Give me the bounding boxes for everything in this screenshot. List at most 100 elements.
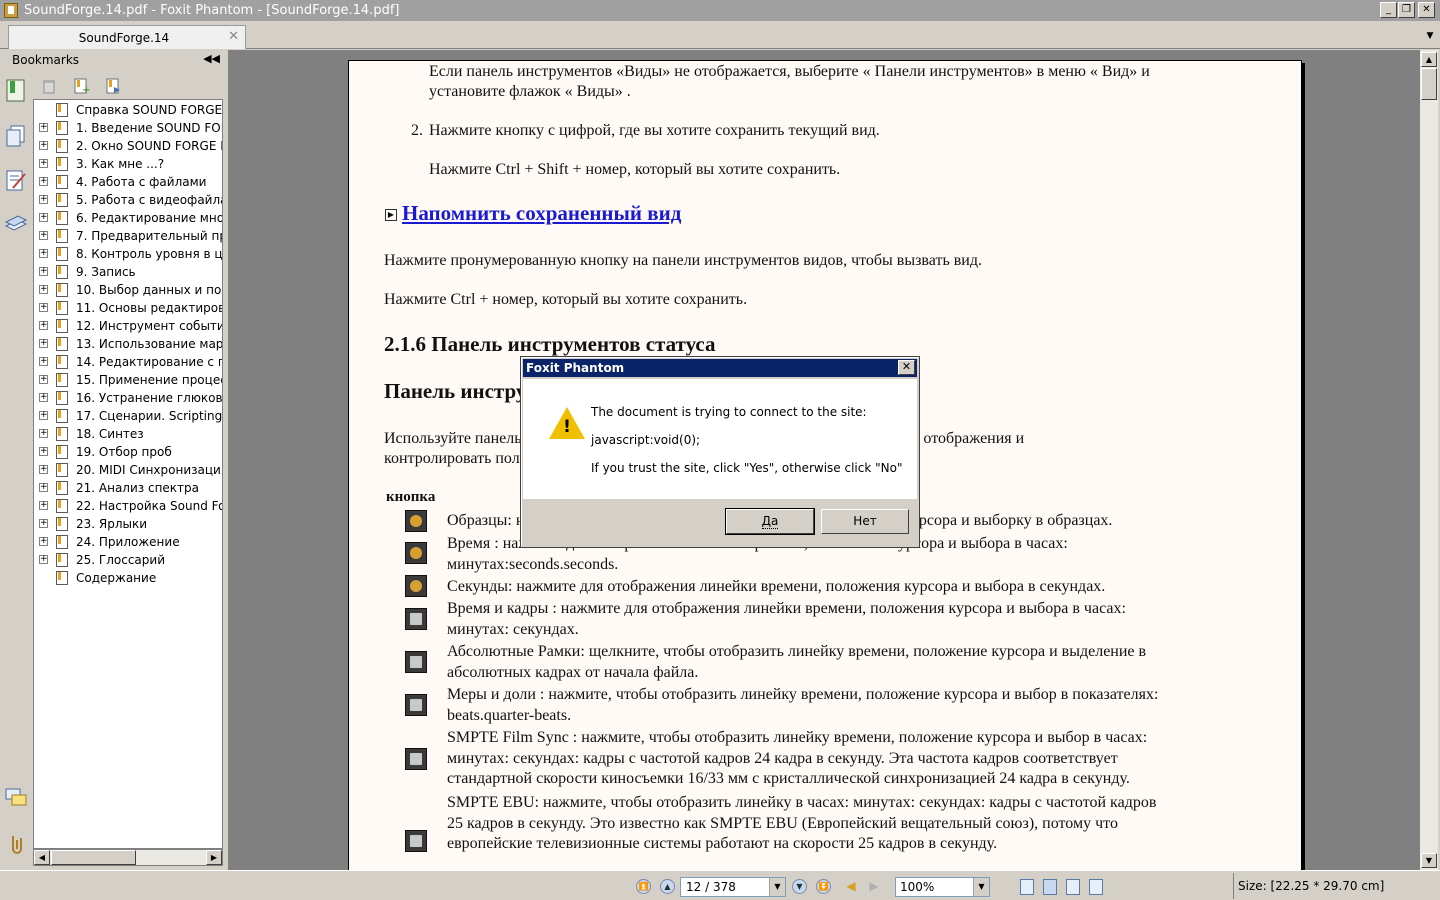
bookmarks-tree[interactable]: Справка SOUND FORGE P +1. Введение SOUND … xyxy=(33,99,223,849)
expand-icon[interactable]: + xyxy=(39,501,48,510)
bookmark-item[interactable]: +19. Отбор проб xyxy=(34,443,222,461)
expand-icon[interactable]: + xyxy=(39,375,48,384)
bookmark-item[interactable]: +16. Устранение глюков, ц xyxy=(34,389,222,407)
bookmark-item[interactable]: +24. Приложение xyxy=(34,533,222,551)
scroll-up-button[interactable]: ▲ xyxy=(1421,52,1437,67)
expand-icon[interactable]: + xyxy=(39,465,48,474)
bookmark-item[interactable]: +25. Глоссарий xyxy=(34,551,222,569)
tab-close-icon[interactable]: ✕ xyxy=(228,29,239,44)
expand-icon[interactable]: + xyxy=(39,213,48,222)
measures-beats-button-icon xyxy=(405,694,427,716)
bookmark-item[interactable]: +10. Выбор данных и пози xyxy=(34,281,222,299)
yes-button[interactable]: Да xyxy=(725,508,815,535)
expand-icon[interactable]: + xyxy=(39,159,48,168)
expand-icon[interactable]: + xyxy=(39,249,48,258)
continuous-view-icon[interactable] xyxy=(1043,879,1057,895)
tab-soundforge[interactable]: SoundForge.14 ✕ xyxy=(8,25,246,49)
expand-icon[interactable]: + xyxy=(39,411,48,420)
bookmark-item[interactable]: +17. Сценарии. Scripting xyxy=(34,407,222,425)
minimize-button[interactable]: _ xyxy=(1380,2,1397,18)
single-page-view-icon[interactable] xyxy=(1020,879,1034,895)
scroll-right-button[interactable]: ▶ xyxy=(206,850,222,865)
bookmarks-panel-icon[interactable] xyxy=(4,78,28,102)
expand-icon[interactable]: + xyxy=(39,519,48,528)
expand-icon[interactable]: + xyxy=(39,285,48,294)
page-number-field[interactable]: 12 / 378 ▼ xyxy=(680,877,786,897)
expand-icon[interactable]: + xyxy=(39,141,48,150)
horizontal-scroll-thumb[interactable] xyxy=(51,850,136,865)
bookmark-item[interactable]: +8. Контроль уровня в циф xyxy=(34,245,222,263)
expand-icon[interactable]: + xyxy=(39,303,48,312)
bookmark-item[interactable]: +13. Использование марке xyxy=(34,335,222,353)
heading-link[interactable]: Напомнить сохраненный вид xyxy=(402,201,681,226)
expand-icon[interactable]: + xyxy=(39,447,48,456)
bookmark-item[interactable]: +1. Введение SOUND FORG xyxy=(34,119,222,137)
scroll-down-button[interactable]: ▼ xyxy=(1421,853,1437,868)
comments-panel-icon[interactable] xyxy=(4,786,28,810)
bookmark-properties-icon[interactable] xyxy=(104,77,122,95)
close-window-button[interactable]: ✕ xyxy=(1418,2,1435,18)
expand-icon[interactable]: + xyxy=(39,177,48,186)
expand-icon[interactable]: + xyxy=(39,483,48,492)
expand-icon[interactable]: + xyxy=(39,537,48,546)
tab-list-chevron-icon[interactable]: ▼ xyxy=(1424,29,1436,43)
foxit-app-icon[interactable] xyxy=(4,3,18,18)
zoom-field[interactable]: 100% ▼ xyxy=(895,877,990,897)
bookmark-item[interactable]: Содержание xyxy=(34,569,222,587)
bookmark-item[interactable]: +23. Ярлыки xyxy=(34,515,222,533)
continuous-facing-view-icon[interactable] xyxy=(1089,879,1103,895)
document-vertical-scrollbar[interactable]: ▲ ▼ xyxy=(1420,50,1438,870)
yes-button-label: Да xyxy=(761,514,779,529)
bookmark-item[interactable]: +18. Синтез xyxy=(34,425,222,443)
annotations-panel-icon[interactable] xyxy=(4,168,28,192)
bookmarks-horizontal-scrollbar[interactable]: ◀ ▶ xyxy=(33,849,223,866)
last-page-icon[interactable]: ⏬ xyxy=(816,879,831,894)
attachments-panel-icon[interactable] xyxy=(4,832,28,856)
pages-panel-icon[interactable] xyxy=(4,124,28,148)
first-page-icon[interactable]: ⏫ xyxy=(636,879,651,894)
vertical-scroll-thumb[interactable] xyxy=(1421,68,1437,100)
expand-icon[interactable]: + xyxy=(39,393,48,402)
bookmark-item[interactable]: +5. Работа с видеофайлам xyxy=(34,191,222,209)
bookmark-item[interactable]: +12. Инструмент событий xyxy=(34,317,222,335)
collapse-panel-icon[interactable]: ◀◀ xyxy=(203,52,220,65)
restore-button[interactable]: ❐ xyxy=(1398,2,1415,18)
delete-bookmark-icon[interactable] xyxy=(40,77,58,95)
bookmark-item[interactable]: +15. Применение процесс xyxy=(34,371,222,389)
dialog-close-button[interactable]: ✕ xyxy=(898,360,915,375)
previous-page-icon[interactable]: ▲ xyxy=(660,879,675,894)
expand-icon[interactable]: + xyxy=(39,429,48,438)
expand-icon[interactable]: + xyxy=(39,555,48,564)
bookmark-item[interactable]: +21. Анализ спектра xyxy=(34,479,222,497)
layers-panel-icon[interactable] xyxy=(4,212,28,236)
bookmark-item[interactable]: +9. Запись xyxy=(34,263,222,281)
scroll-left-button[interactable]: ◀ xyxy=(34,850,50,865)
expand-icon[interactable]: + xyxy=(39,357,48,366)
page-dropdown-icon[interactable]: ▼ xyxy=(769,878,785,896)
forward-icon[interactable]: ▶ xyxy=(866,879,882,893)
expand-icon[interactable]: + xyxy=(39,321,48,330)
add-bookmark-icon[interactable]: + xyxy=(72,77,90,95)
bookmark-item[interactable]: +11. Основы редактирован xyxy=(34,299,222,317)
expand-icon[interactable]: + xyxy=(39,267,48,276)
bookmark-item[interactable]: +2. Окно SOUND FORGE Pr xyxy=(34,137,222,155)
back-icon[interactable]: ◀ xyxy=(843,879,859,893)
bookmark-item[interactable]: +6. Редактирование много xyxy=(34,209,222,227)
bookmark-item[interactable]: +7. Предварительный про xyxy=(34,227,222,245)
bookmark-label: 19. Отбор проб xyxy=(76,445,172,459)
bookmark-item[interactable]: +14. Редактирование с пом xyxy=(34,353,222,371)
facing-view-icon[interactable] xyxy=(1066,879,1080,895)
expand-icon[interactable]: + xyxy=(39,231,48,240)
bookmark-item[interactable]: +20. MIDI Синхронизация xyxy=(34,461,222,479)
expand-icon[interactable]: + xyxy=(39,123,48,132)
no-button[interactable]: Нет xyxy=(821,509,909,534)
link-expand-icon[interactable]: ▶ xyxy=(385,209,397,221)
bookmark-item[interactable]: +22. Настройка Sound Forg xyxy=(34,497,222,515)
bookmark-item[interactable]: +4. Работа с файлами xyxy=(34,173,222,191)
expand-icon[interactable]: + xyxy=(39,339,48,348)
next-page-icon[interactable]: ▼ xyxy=(792,879,807,894)
expand-icon[interactable]: + xyxy=(39,195,48,204)
bookmark-item[interactable]: Справка SOUND FORGE P xyxy=(34,101,222,119)
zoom-dropdown-icon[interactable]: ▼ xyxy=(973,878,989,896)
bookmark-item[interactable]: +3. Как мне ...? xyxy=(34,155,222,173)
